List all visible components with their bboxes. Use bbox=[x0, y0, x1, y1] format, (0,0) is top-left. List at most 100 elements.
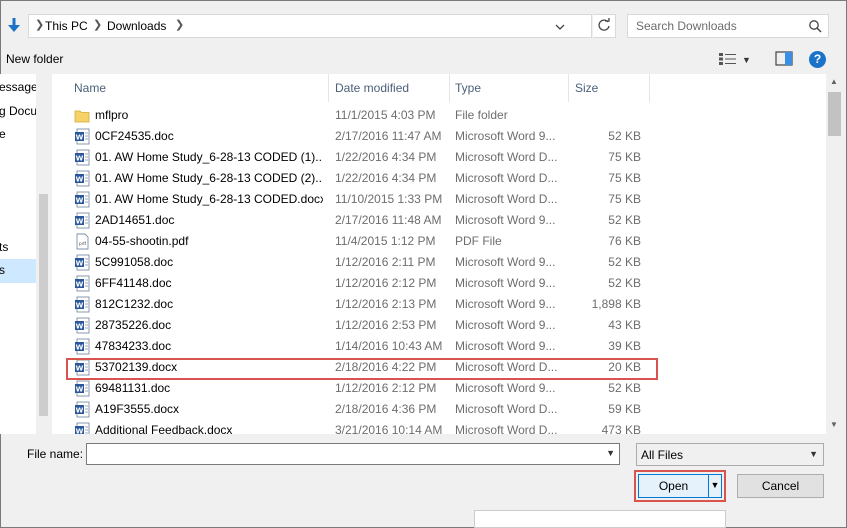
view-options-icon[interactable] bbox=[718, 52, 738, 66]
file-row[interactable]: W 812C1232.doc 1/12/2016 2:13 PM Microsoft … bbox=[52, 294, 672, 315]
refresh-button[interactable] bbox=[593, 14, 616, 38]
word-icon: W bbox=[74, 170, 90, 187]
svg-text:W: W bbox=[76, 428, 84, 435]
word-icon: W bbox=[74, 296, 90, 313]
svg-text:W: W bbox=[76, 407, 84, 415]
help-icon[interactable]: ? bbox=[809, 51, 826, 68]
cancel-button[interactable]: Cancel bbox=[737, 474, 824, 498]
word-icon: W bbox=[74, 275, 90, 292]
chevron-right-icon[interactable]: ❯ bbox=[175, 18, 184, 31]
nav-scrollbar-thumb[interactable] bbox=[39, 194, 48, 416]
file-name-cell: 47834233.doc bbox=[95, 339, 172, 353]
open-button[interactable]: Open bbox=[638, 474, 709, 498]
scroll-down-icon[interactable]: ▼ bbox=[830, 420, 838, 429]
column-header-date[interactable]: Date modified bbox=[335, 74, 409, 102]
chevron-down-icon[interactable] bbox=[553, 20, 567, 34]
file-row[interactable]: W A19F3555.docx 2/18/2016 4:36 PM Microsoft… bbox=[52, 399, 672, 420]
file-type-cell: Microsoft Word D... bbox=[455, 423, 558, 434]
svg-text:W: W bbox=[76, 218, 84, 226]
file-row[interactable]: W 6FF41148.doc 1/12/2016 2:12 PM Microsoft … bbox=[52, 273, 672, 294]
nav-scrollbar[interactable] bbox=[36, 74, 51, 434]
folder-icon bbox=[74, 107, 90, 124]
new-folder-button[interactable]: New folder bbox=[6, 52, 63, 66]
chevron-down-icon[interactable]: ▼ bbox=[606, 448, 615, 458]
search-input[interactable]: Search Downloads bbox=[627, 14, 829, 38]
breadcrumb-this-pc[interactable]: This PC bbox=[45, 19, 88, 33]
file-date-cell: 2/18/2016 4:36 PM bbox=[335, 402, 437, 416]
search-placeholder: Search Downloads bbox=[636, 19, 737, 33]
file-date-cell: 11/1/2015 4:03 PM bbox=[335, 108, 436, 122]
preview-pane-icon[interactable] bbox=[775, 51, 793, 66]
file-size-cell: 39 KB bbox=[608, 339, 641, 353]
nav-item[interactable]: essage bbox=[0, 80, 38, 94]
file-list-scrollbar-thumb[interactable] bbox=[828, 92, 841, 136]
nav-item[interactable]: e bbox=[0, 127, 6, 141]
column-divider[interactable] bbox=[328, 74, 329, 102]
nav-item[interactable]: g Docu bbox=[0, 104, 37, 118]
word-icon: W bbox=[74, 212, 90, 229]
file-list: ⌃ Name Date modified Type Size mflpro 11/… bbox=[52, 74, 826, 434]
address-bar[interactable]: ❯ This PC ❯ Downloads ❯ bbox=[28, 14, 592, 38]
column-divider[interactable] bbox=[649, 74, 650, 102]
file-type-cell: File folder bbox=[455, 108, 508, 122]
word-icon: W bbox=[74, 128, 90, 145]
file-row[interactable]: W Additional Feedback.docx 3/21/2016 10:14… bbox=[52, 420, 672, 434]
word-icon: W bbox=[74, 317, 90, 334]
column-header-name[interactable]: Name bbox=[74, 74, 106, 102]
file-row[interactable]: W 69481131.doc 1/12/2016 2:12 PM Microsoft … bbox=[52, 378, 672, 399]
svg-text:W: W bbox=[76, 281, 84, 289]
refresh-icon bbox=[598, 18, 610, 31]
word-icon: W bbox=[74, 380, 90, 397]
file-row[interactable]: pdf 04-55-shootin.pdf 11/4/2015 1:12 PM PDF… bbox=[52, 231, 672, 252]
background-window-strip bbox=[474, 510, 726, 528]
file-date-cell: 1/12/2016 2:11 PM bbox=[335, 255, 436, 269]
file-size-cell: 1,898 KB bbox=[591, 297, 641, 311]
breadcrumb-downloads[interactable]: Downloads bbox=[107, 19, 166, 33]
file-date-cell: 1/12/2016 2:53 PM bbox=[335, 318, 437, 332]
chevron-right-icon[interactable]: ❯ bbox=[93, 18, 102, 31]
file-row[interactable]: W 01. AW Home Study_6-28-13 CODED.docx 11/… bbox=[52, 189, 672, 210]
file-list-scrollbar[interactable]: ▲ ▼ bbox=[826, 74, 843, 434]
file-name-cell: 28735226.doc bbox=[95, 318, 172, 332]
file-size-cell: 473 KB bbox=[601, 423, 641, 434]
file-name-input[interactable]: ▼ bbox=[86, 443, 620, 465]
file-size-cell: 52 KB bbox=[608, 213, 641, 227]
column-divider[interactable] bbox=[449, 74, 450, 102]
file-type-select[interactable]: All Files ▼ bbox=[636, 443, 824, 466]
nav-item[interactable]: s bbox=[0, 263, 5, 277]
file-row[interactable]: W 47834233.doc 1/14/2016 10:43 AM Microsoft… bbox=[52, 336, 672, 357]
view-dropdown-icon[interactable]: ▼ bbox=[742, 55, 751, 65]
file-row[interactable]: W 5C991058.doc 1/12/2016 2:11 PM Microsoft … bbox=[52, 252, 672, 273]
file-date-cell: 1/22/2016 4:34 PM bbox=[335, 150, 437, 164]
file-name-cell: 812C1232.doc bbox=[95, 297, 174, 311]
file-size-cell: 75 KB bbox=[608, 192, 641, 206]
file-type-cell: Microsoft Word 9... bbox=[455, 381, 556, 395]
file-row[interactable]: W 2AD14651.doc 2/17/2016 11:48 AM Microsoft… bbox=[52, 210, 672, 231]
file-row[interactable]: mflpro 11/1/2015 4:03 PM File folder bbox=[52, 105, 672, 126]
svg-text:pdf: pdf bbox=[79, 241, 87, 247]
file-type-cell: Microsoft Word 9... bbox=[455, 276, 556, 290]
file-date-cell: 11/4/2015 1:12 PM bbox=[335, 234, 436, 248]
file-name-cell: 01. AW Home Study_6-28-13 CODED (1)... bbox=[95, 150, 323, 164]
file-row[interactable]: W 28735226.doc 1/12/2016 2:53 PM Microsoft … bbox=[52, 315, 672, 336]
word-icon: W bbox=[74, 338, 90, 355]
file-name-cell: 01. AW Home Study_6-28-13 CODED.docx bbox=[95, 192, 323, 206]
file-row[interactable]: W 01. AW Home Study_6-28-13 CODED (1)... 1… bbox=[52, 147, 672, 168]
file-type-cell: Microsoft Word 9... bbox=[455, 297, 556, 311]
download-arrow-icon[interactable] bbox=[5, 16, 23, 34]
selected-file-highlight bbox=[66, 358, 658, 380]
search-icon bbox=[809, 20, 822, 33]
column-divider[interactable] bbox=[568, 74, 569, 102]
file-size-cell: 75 KB bbox=[608, 171, 641, 185]
file-row[interactable]: W 01. AW Home Study_6-28-13 CODED (2)... 1… bbox=[52, 168, 672, 189]
file-date-cell: 1/12/2016 2:13 PM bbox=[335, 297, 437, 311]
nav-item[interactable]: ts bbox=[0, 240, 8, 254]
file-type-cell: Microsoft Word D... bbox=[455, 150, 558, 164]
column-header-type[interactable]: Type bbox=[455, 74, 481, 102]
file-name-cell: 04-55-shootin.pdf bbox=[95, 234, 189, 248]
scroll-up-icon[interactable]: ▲ bbox=[830, 77, 838, 86]
file-row[interactable]: W 0CF24535.doc 2/17/2016 11:47 AM Microsoft… bbox=[52, 126, 672, 147]
open-options-dropdown[interactable]: ▼ bbox=[708, 474, 722, 498]
file-type-cell: Microsoft Word 9... bbox=[455, 129, 556, 143]
column-header-size[interactable]: Size bbox=[575, 74, 598, 102]
